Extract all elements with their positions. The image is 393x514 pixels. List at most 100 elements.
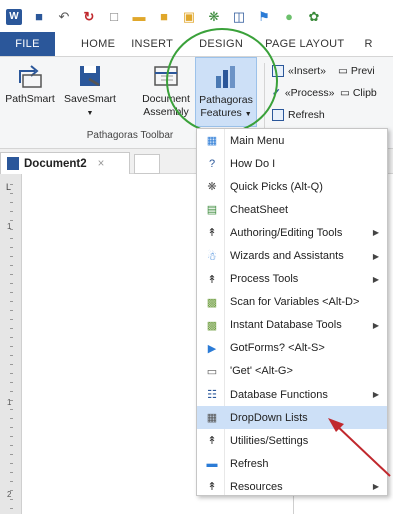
folder2-icon[interactable]: ▣ (181, 9, 197, 25)
tab-references[interactable]: R (364, 32, 382, 56)
word-logo-icon: W (6, 8, 22, 25)
process-label: «Process» (284, 87, 335, 99)
pathagoras-features-menu: ▦ Main Menu? How Do I ❋ Quick Picks (Alt-Q) ▤… (196, 128, 388, 496)
preview-label: Previ (350, 65, 375, 77)
menu-item-label: Refresh (230, 457, 269, 470)
savesmart-button[interactable]: SaveSmart ▼ (60, 57, 120, 120)
ruler-tick (10, 436, 13, 437)
undo-icon[interactable]: ↶ (56, 9, 72, 25)
menu-item-label: How Do I (230, 157, 276, 170)
utilities-icon: ↟ (207, 435, 217, 448)
authoring-tools-icon: ↟ (207, 227, 217, 240)
menu-item-dropdown-lists[interactable]: ▦ DropDown Lists (197, 406, 387, 430)
menu-item-database-tools[interactable]: ▩ Instant Database Tools ▶ (197, 314, 387, 337)
preview-icon: ▭ (338, 65, 348, 77)
extra-icon[interactable]: ✿ (306, 9, 322, 25)
menu-item-utilities[interactable]: ↟ Utilities/Settings (197, 429, 387, 452)
tab-selector[interactable]: L (6, 182, 11, 192)
ruler-tick (10, 481, 13, 482)
ruler-tick (10, 328, 13, 329)
tab-home[interactable]: HOME (55, 32, 127, 56)
menu-item-process-tools[interactable]: ↟ Process Tools ▶ (197, 268, 387, 291)
tab-page-layout[interactable]: PAGE LAYOUT (265, 32, 364, 56)
ruler-tick (10, 418, 13, 419)
circle-icon[interactable]: ● (281, 9, 297, 25)
menu-item-gotforms[interactable]: ▶ GotForms? <Alt-S> (197, 337, 387, 360)
submenu-arrow-icon: ▶ (372, 390, 379, 400)
refresh-button[interactable]: Refresh (272, 109, 325, 121)
savesmart-icon (80, 66, 100, 87)
ruler-tick (10, 256, 13, 257)
document-tab-title: Document2 (24, 157, 87, 170)
folder-icon[interactable]: ■ (156, 9, 172, 25)
ruler-tick (10, 508, 13, 509)
new-document-tab[interactable] (134, 154, 160, 174)
document-icon (7, 157, 19, 170)
savesmart-dropdown-icon: ▼ (86, 110, 94, 117)
tab-file[interactable]: FILE (0, 32, 55, 56)
menu-item-scan[interactable]: ▩ Scan for Variables <Alt-D> (197, 291, 387, 314)
menu-item-main-menu[interactable]: ▦ Main Menu (197, 129, 387, 152)
database-functions-icon: ☷ (207, 389, 217, 402)
ruler-tick (10, 346, 13, 347)
menu-item-authoring-tools[interactable]: ↟ Authoring/Editing Tools ▶ (197, 221, 387, 244)
menu-item-refresh[interactable]: ▬ Refresh (197, 452, 387, 475)
menu-item-database-functions[interactable]: ☷ Database Functions ▶ (197, 383, 387, 406)
menu-item-quick-picks[interactable]: ❋ Quick Picks (Alt-Q) (197, 175, 387, 198)
scan-icon: ▩ (206, 296, 218, 309)
pathagoras-star-icon[interactable]: ❋ (206, 9, 222, 25)
pathagoras-toolbar-group-label: Pathagoras Toolbar (86, 130, 174, 141)
menu-item-get[interactable]: ▭ 'Get' <Alt-G> (197, 360, 387, 383)
menu-item-label: Quick Picks (Alt-Q) (230, 180, 323, 193)
flag-icon[interactable]: ⚑ (256, 9, 272, 25)
savesmart-label: SaveSmart (64, 93, 116, 105)
ruler-number: 1 (7, 398, 12, 407)
ruler-tick (10, 337, 13, 338)
pathsmart-label: PathSmart (5, 93, 55, 105)
menu-item-cheatsheet[interactable]: ▤ CheatSheet (197, 198, 387, 221)
menu-item-label: Scan for Variables <Alt-D> (230, 296, 360, 309)
clipboard-label: Clipb (352, 87, 377, 99)
menu-item-resources[interactable]: ↟ Resources ▶ (197, 475, 387, 498)
database-tools-icon: ▩ (206, 319, 218, 332)
dropdown-lists-icon: ▦ (206, 412, 218, 425)
menu-item-label: 'Get' <Alt-G> (230, 365, 293, 378)
submenu-arrow-icon: ▶ (372, 482, 379, 492)
insert-button[interactable]: «Insert» (272, 65, 326, 77)
menu-item-wizard[interactable]: ☃ Wizards and Assistants ▶ (197, 244, 387, 267)
menu-item-label: DropDown Lists (230, 411, 308, 424)
format-icon[interactable]: ◫ (231, 9, 247, 25)
menu-item-label: GotForms? <Alt-S> (230, 342, 325, 355)
ruler-number: 1 (7, 222, 12, 231)
menu-item-label: CheatSheet (230, 203, 289, 216)
menu-item-label: Process Tools (230, 273, 299, 286)
preview-button[interactable]: ▭ Previ (338, 65, 375, 77)
ruler-tick (10, 202, 13, 203)
menu-item-label: Main Menu (230, 134, 285, 147)
refresh-ribbon-label: Refresh (288, 109, 325, 121)
open-folder-icon[interactable]: ▬ (131, 9, 147, 25)
pathsmart-icon (19, 65, 42, 88)
process-button[interactable]: ✓ «Process» (272, 87, 334, 99)
document-tab[interactable]: Document2 × (0, 152, 130, 174)
new-doc-icon[interactable]: □ (106, 9, 122, 25)
main-menu-icon: ▦ (206, 135, 218, 148)
menu-item-help[interactable]: ? How Do I (197, 152, 387, 175)
cheatsheet-icon: ▤ (206, 204, 218, 217)
ruler-tick (10, 391, 13, 392)
ruler-tick (10, 211, 13, 212)
get-icon: ▭ (206, 365, 218, 378)
close-icon[interactable]: × (98, 158, 105, 170)
save-icon[interactable]: ■ (31, 9, 47, 25)
menu-item-label: Utilities/Settings (230, 434, 309, 447)
clipboard-button[interactable]: ▭ Clipb (340, 87, 377, 99)
ruler-tick (10, 463, 13, 464)
redo-icon[interactable]: ↻ (81, 9, 97, 25)
ruler-tick (10, 373, 13, 374)
menu-item-label: Wizards and Assistants (230, 250, 344, 263)
pathsmart-button[interactable]: PathSmart (2, 57, 58, 106)
ruler-tick (10, 364, 13, 365)
quick-picks-icon: ❋ (207, 181, 217, 194)
help-icon: ? (208, 157, 216, 170)
ruler-tick (10, 499, 13, 500)
